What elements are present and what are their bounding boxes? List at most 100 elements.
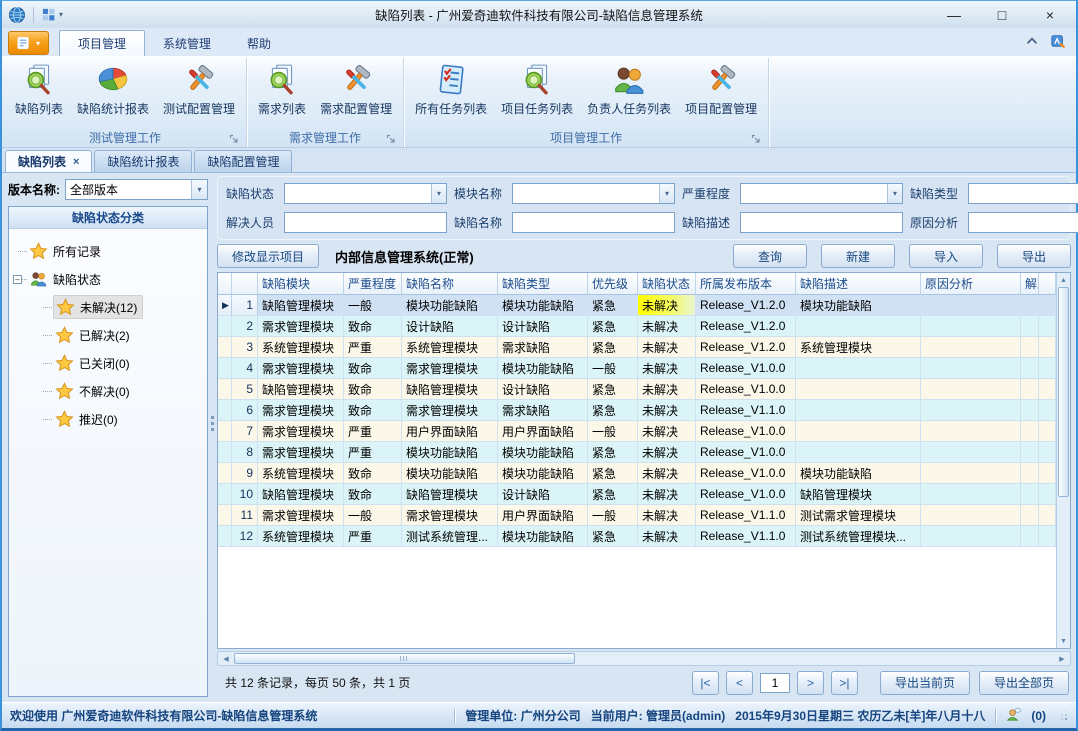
horizontal-scroll-thumb[interactable] xyxy=(234,653,575,664)
column-header[interactable]: 缺陷类型 xyxy=(498,273,588,295)
resize-grip[interactable] xyxy=(1056,710,1068,722)
table-row[interactable]: 2需求管理模块致命设计缺陷设计缺陷紧急未解决Release_V1.2.0 xyxy=(218,316,1056,337)
vertical-scroll-thumb[interactable] xyxy=(1058,287,1069,497)
ribbon-tab-help[interactable]: 帮助 xyxy=(229,30,289,56)
table-row[interactable]: ▶1缺陷管理模块一般模块功能缺陷模块功能缺陷紧急未解决Release_V1.2.… xyxy=(218,295,1056,316)
filter-input-cause-analysis[interactable] xyxy=(968,212,1078,233)
doc-search-icon xyxy=(519,62,555,98)
tree-item-unresolved[interactable]: 未解决(12) xyxy=(11,293,205,321)
cell: 测试系统管理... xyxy=(402,526,498,547)
first-page-button[interactable]: |< xyxy=(692,671,719,695)
app-window: ▾ 缺陷列表 - 广州爱奇迪软件科技有限公司-缺陷信息管理系统 — □ × ▾ … xyxy=(0,0,1078,731)
export-button[interactable]: 导出 xyxy=(997,244,1071,268)
vertical-scrollbar[interactable]: ▲ ▼ xyxy=(1056,273,1070,648)
table-row[interactable]: 11需求管理模块一般需求管理模块用户界面缺陷一般未解决Release_V1.1.… xyxy=(218,505,1056,526)
table-row[interactable]: 4需求管理模块致命需求管理模块模块功能缺陷一般未解决Release_V1.0.0 xyxy=(218,358,1056,379)
column-header[interactable]: 解决方法 xyxy=(1021,273,1039,295)
scroll-right-icon[interactable]: ▶ xyxy=(1054,655,1070,663)
pie-chart-icon xyxy=(95,62,131,98)
requirement-config-mgmt-button[interactable]: 需求配置管理 xyxy=(313,59,399,118)
filter-input-defect-desc[interactable] xyxy=(740,212,903,233)
query-button[interactable]: 查询 xyxy=(733,244,807,268)
cell: 缺陷管理模块 xyxy=(258,379,344,400)
page-input[interactable] xyxy=(760,673,790,693)
column-header[interactable]: 缺陷模块 xyxy=(258,273,344,295)
cell: 紧急 xyxy=(588,379,638,400)
column-header[interactable]: 缺陷名称 xyxy=(402,273,498,295)
column-header[interactable]: 缺陷状态 xyxy=(638,273,696,295)
close-tab-icon[interactable]: × xyxy=(73,156,79,168)
horizontal-scrollbar[interactable]: ◀ ▶ xyxy=(217,651,1071,666)
doc-tab-defect-config-mgmt[interactable]: 缺陷配置管理 xyxy=(194,150,292,172)
ribbon-tab-system-management[interactable]: 系统管理 xyxy=(145,30,229,56)
table-row[interactable]: 6需求管理模块致命需求管理模块需求缺陷紧急未解决Release_V1.1.0 xyxy=(218,400,1056,421)
export-current-page-button[interactable]: 导出当前页 xyxy=(880,671,970,695)
test-config-mgmt-button[interactable]: 测试配置管理 xyxy=(156,59,242,118)
dialog-launcher-icon[interactable] xyxy=(229,133,240,144)
table-row[interactable]: 3系统管理模块严重系统管理模块需求缺陷紧急未解决Release_V1.2.0系统… xyxy=(218,337,1056,358)
column-header[interactable]: 缺陷描述 xyxy=(796,273,921,295)
dialog-launcher-icon[interactable] xyxy=(386,133,397,144)
table-row[interactable]: 5缺陷管理模块致命缺陷管理模块设计缺陷紧急未解决Release_V1.0.0 xyxy=(218,379,1056,400)
next-page-button[interactable]: > xyxy=(797,671,824,695)
minimize-button[interactable]: — xyxy=(934,4,974,26)
requirement-list-button[interactable]: 需求列表 xyxy=(251,59,313,118)
app-menu-button[interactable]: ▾ xyxy=(8,31,49,55)
quick-access-toolbar-button[interactable]: ▾ xyxy=(41,7,63,22)
filter-select-defect-type[interactable]: ▾ xyxy=(968,183,1078,204)
column-header[interactable]: 所属发布版本 xyxy=(696,273,796,295)
filter-input-defect-name[interactable] xyxy=(512,212,675,233)
vertical-splitter[interactable] xyxy=(208,176,217,697)
filter-select-module-name[interactable]: ▾ xyxy=(512,183,675,204)
column-header[interactable]: 原因分析 xyxy=(921,273,1021,295)
column-header[interactable]: 优先级 xyxy=(588,273,638,295)
tree-item-all-records[interactable]: 所有记录 xyxy=(11,237,205,265)
tree-item-defect-status[interactable]: –缺陷状态 xyxy=(11,265,205,293)
filter-input-resolver[interactable] xyxy=(284,212,447,233)
table-row[interactable]: 10缺陷管理模块致命缺陷管理模块设计缺陷紧急未解决Release_V1.0.0缺… xyxy=(218,484,1056,505)
tree-item-postponed[interactable]: 推迟(0) xyxy=(11,405,205,433)
all-tasks-list-button[interactable]: 所有任务列表 xyxy=(408,59,494,118)
scroll-up-icon[interactable]: ▲ xyxy=(1057,273,1070,287)
ribbon-tab-project-management[interactable]: 项目管理 xyxy=(59,30,145,56)
owner-tasks-list-button[interactable]: 负责人任务列表 xyxy=(580,59,678,118)
scroll-left-icon[interactable]: ◀ xyxy=(218,655,234,663)
cell: 未解决 xyxy=(638,442,696,463)
filter-select-defect-status[interactable]: ▾ xyxy=(284,183,447,204)
project-tasks-list-button[interactable]: 项目任务列表 xyxy=(494,59,580,118)
table-row[interactable]: 12系统管理模块严重测试系统管理...模块功能缺陷紧急未解决Release_V1… xyxy=(218,526,1056,547)
action-row: 修改显示项目 内部信息管理系统(正常) 查询新建导入导出 xyxy=(217,240,1071,272)
filter-select-severity[interactable]: ▾ xyxy=(740,183,903,204)
cell: 需求管理模块 xyxy=(402,505,498,526)
tree-item-closed[interactable]: 已关闭(0) xyxy=(11,349,205,377)
table-row[interactable]: 7需求管理模块严重用户界面缺陷用户界面缺陷一般未解决Release_V1.0.0 xyxy=(218,421,1056,442)
export-all-pages-button[interactable]: 导出全部页 xyxy=(979,671,1069,695)
last-page-button[interactable]: >| xyxy=(831,671,858,695)
project-config-mgmt-button[interactable]: 项目配置管理 xyxy=(678,59,764,118)
close-button[interactable]: × xyxy=(1030,4,1070,26)
scroll-down-icon[interactable]: ▼ xyxy=(1057,634,1070,648)
defect-list-button[interactable]: 缺陷列表 xyxy=(8,59,70,118)
help-icon[interactable] xyxy=(1050,33,1066,52)
import-button[interactable]: 导入 xyxy=(909,244,983,268)
version-select[interactable]: 全部版本 ▾ xyxy=(65,179,208,200)
maximize-button[interactable]: □ xyxy=(982,4,1022,26)
collapse-expander-icon[interactable]: – xyxy=(13,275,22,284)
doc-tab-defect-stats-report[interactable]: 缺陷统计报表 xyxy=(94,150,192,172)
column-header[interactable]: 严重程度 xyxy=(344,273,402,295)
dialog-launcher-icon[interactable] xyxy=(751,133,762,144)
tree-item-resolved[interactable]: 已解决(2) xyxy=(11,321,205,349)
tree-item-wont-fix[interactable]: 不解决(0) xyxy=(11,377,205,405)
messages-count[interactable]: (0) xyxy=(1031,709,1046,723)
table-row[interactable]: 9系统管理模块致命模块功能缺陷模块功能缺陷紧急未解决Release_V1.0.0… xyxy=(218,463,1056,484)
table-row[interactable]: 8需求管理模块严重模块功能缺陷模块功能缺陷紧急未解决Release_V1.0.0 xyxy=(218,442,1056,463)
new-button[interactable]: 新建 xyxy=(821,244,895,268)
defect-stats-report-button[interactable]: 缺陷统计报表 xyxy=(70,59,156,118)
doc-tab-defect-list[interactable]: 缺陷列表× xyxy=(5,150,92,172)
modify-columns-button[interactable]: 修改显示项目 xyxy=(217,244,319,268)
messages-user-icon[interactable] xyxy=(1006,707,1021,725)
row-marker xyxy=(218,358,232,379)
prev-page-button[interactable]: < xyxy=(726,671,753,695)
collapse-ribbon-icon[interactable] xyxy=(1024,33,1040,52)
ribbon-button-label: 负责人任务列表 xyxy=(587,100,671,117)
